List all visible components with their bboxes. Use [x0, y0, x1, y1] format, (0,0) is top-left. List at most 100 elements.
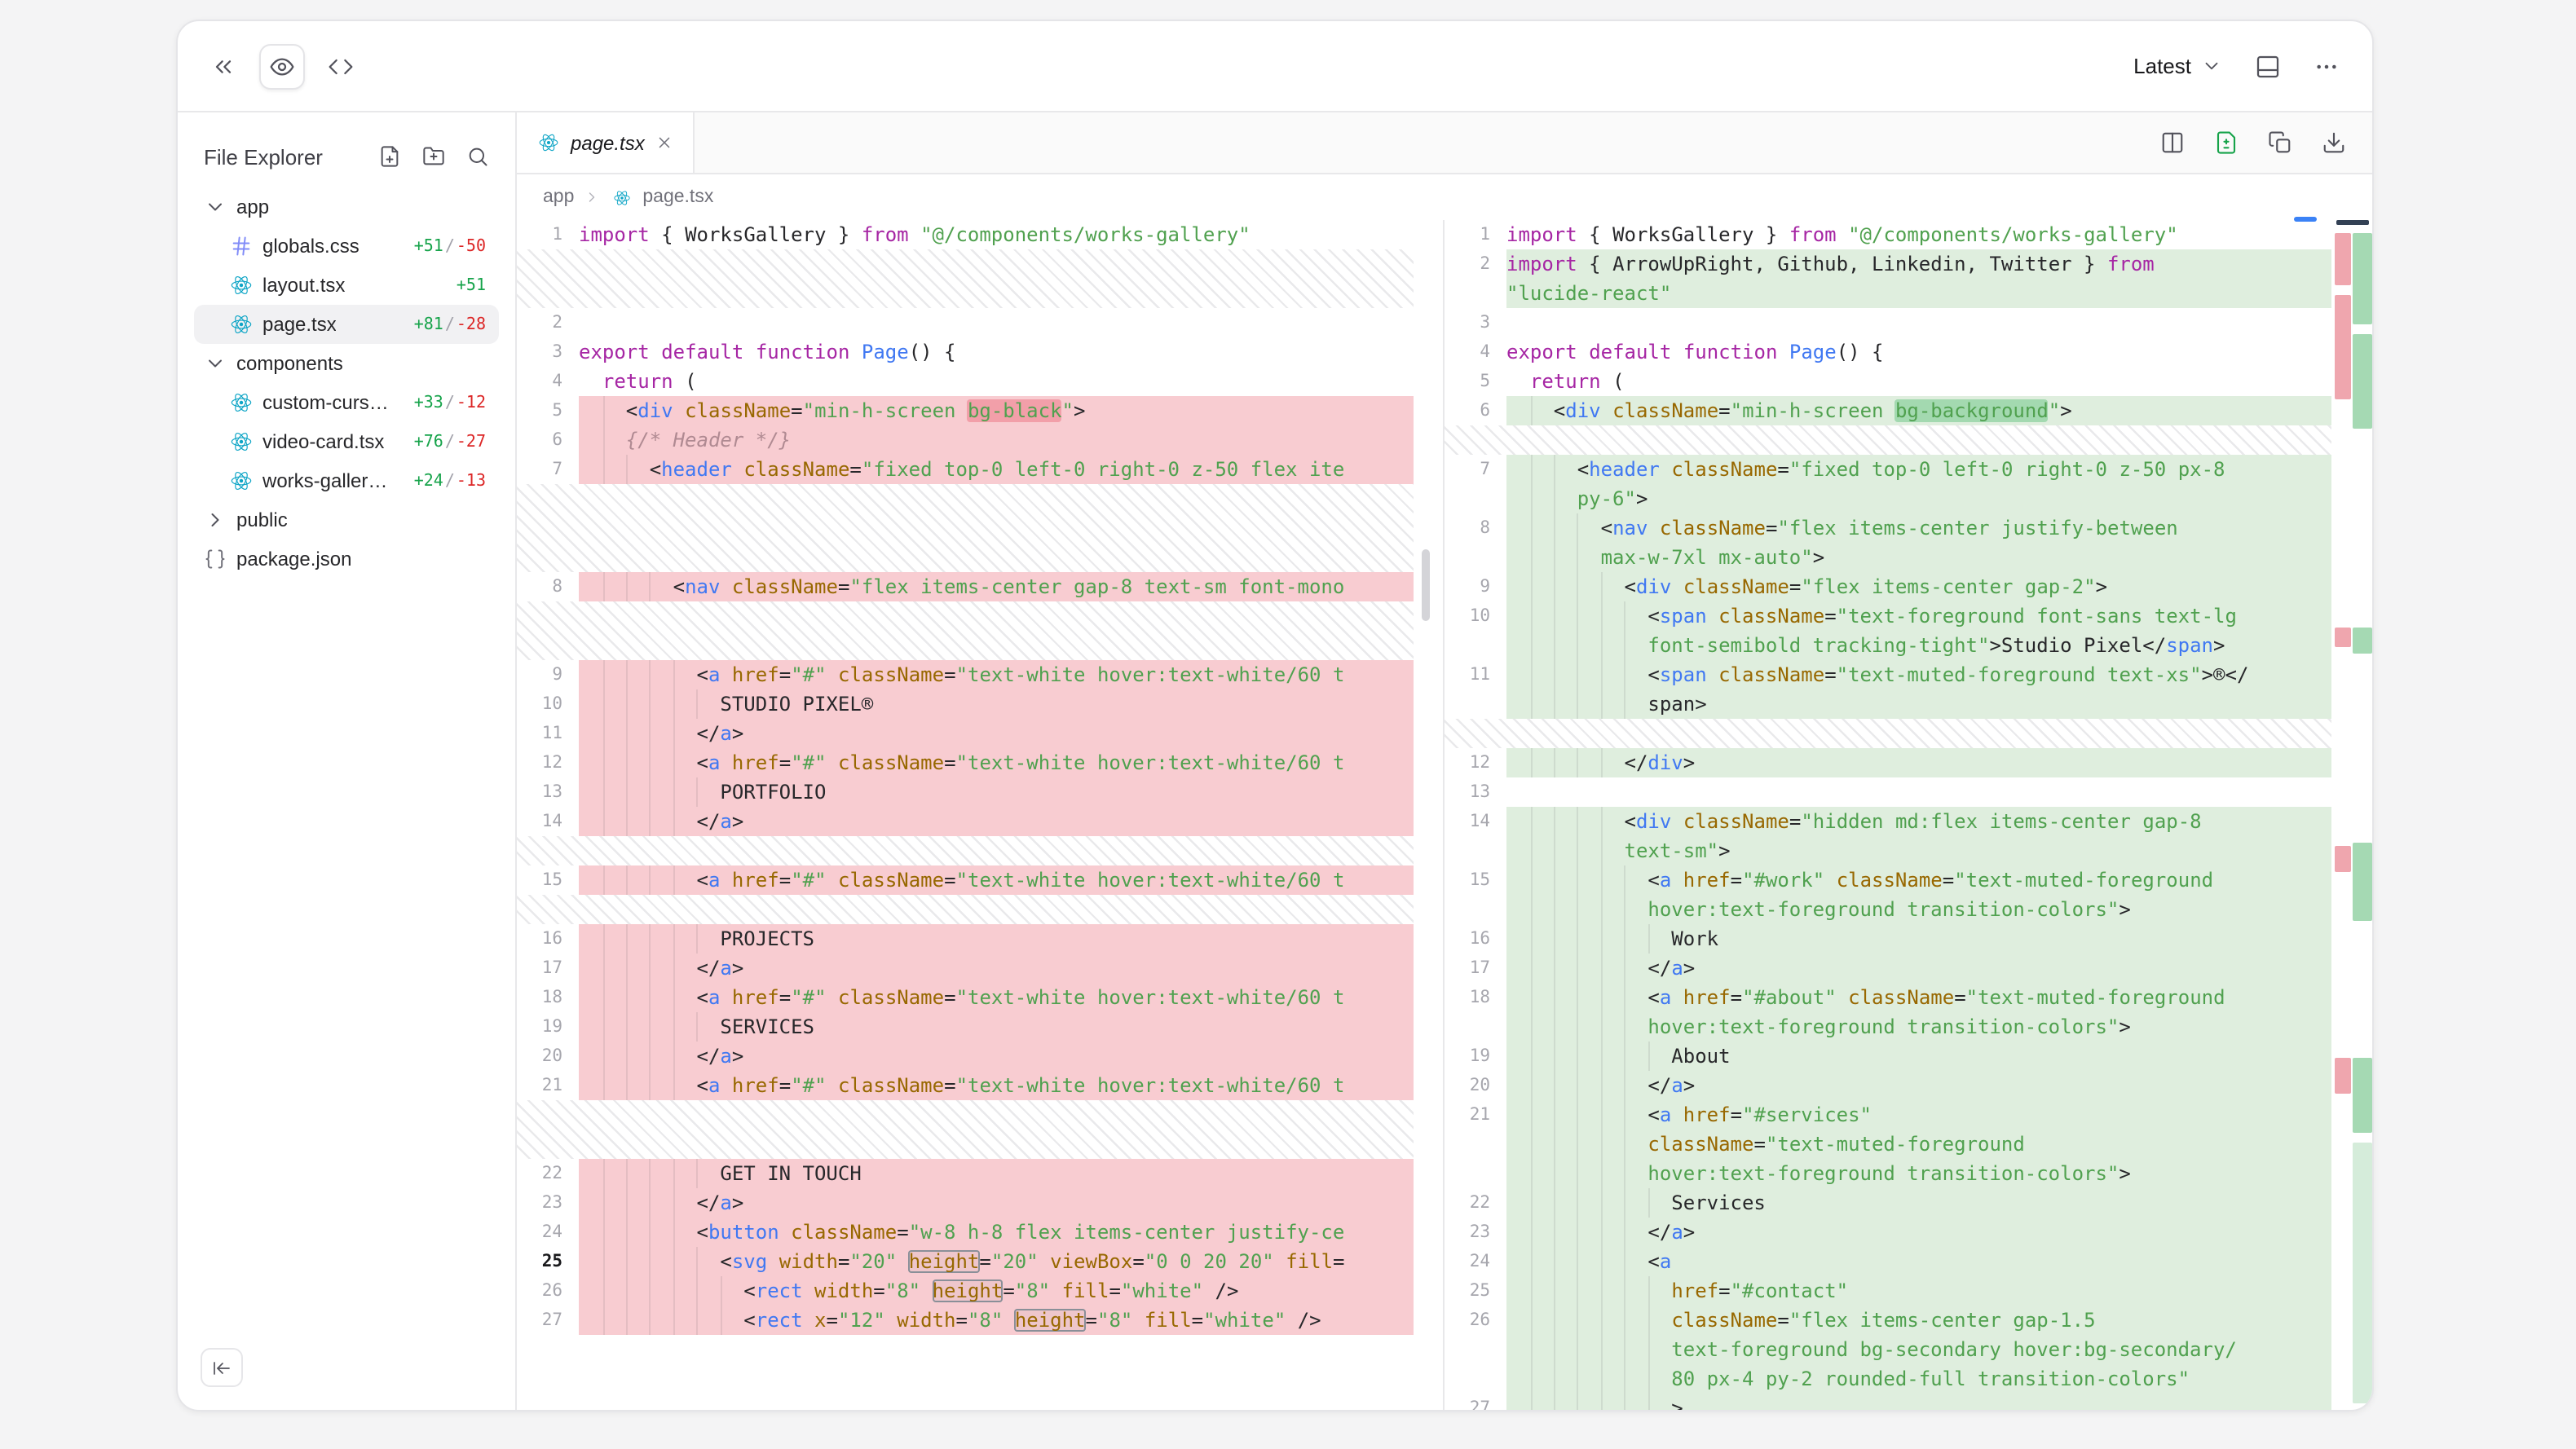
code-line-original-9[interactable]: 9 <a href="#" className="text-white hove…: [517, 660, 1443, 689]
code-line-original-22[interactable]: 22 GET IN TOUCH: [517, 1159, 1443, 1188]
code-line-original-26[interactable]: 26 <rect width="8" height="8" fill="whit…: [517, 1276, 1443, 1306]
code-text: </a>: [579, 807, 1414, 836]
file-explorer-sidebar: File Explorer appglobals.css+51/-50layou…: [178, 112, 517, 1410]
tree-folder-components[interactable]: components: [194, 344, 499, 383]
collapse-panel-button[interactable]: [201, 43, 246, 89]
code-line-original-19[interactable]: 19 SERVICES: [517, 1012, 1443, 1042]
diff-pane-modified[interactable]: 1import { WorksGallery } from "@/compone…: [1443, 220, 2331, 1410]
close-tab-icon[interactable]: [656, 134, 674, 152]
breadcrumb-item-app[interactable]: app: [543, 187, 574, 207]
code-line-modified-1[interactable]: 1import { WorksGallery } from "@/compone…: [1445, 220, 2331, 249]
minimap[interactable]: [2333, 220, 2374, 1410]
more-options-button[interactable]: [2304, 43, 2349, 89]
code-line-original-6[interactable]: 6 {/* Header */}: [517, 425, 1443, 455]
code-line-modified-9[interactable]: 9 <div className="flex items-center gap-…: [1445, 572, 2331, 601]
chevron-down-icon[interactable]: [204, 352, 227, 375]
code-line-modified-3[interactable]: 3: [1445, 308, 2331, 337]
code-text: <div className="min-h-screen bg-black">: [579, 396, 1414, 425]
version-dropdown[interactable]: Latest: [2124, 47, 2232, 85]
lines-added: +24: [414, 472, 443, 490]
breadcrumb-item-file[interactable]: page.tsx: [642, 187, 713, 207]
file-diff-button[interactable]: [2211, 128, 2240, 157]
code-line-original-25[interactable]: 25 <svg width="20" height="20" viewBox="…: [517, 1247, 1443, 1276]
tree-folder-public[interactable]: public: [194, 500, 499, 540]
code-line-original-5[interactable]: 5 <div className="min-h-screen bg-black"…: [517, 396, 1443, 425]
chevron-down-icon: [2201, 55, 2222, 77]
code-text: </a>: [1506, 1218, 2331, 1247]
code-line-modified-22[interactable]: 22 Services: [1445, 1188, 2331, 1218]
code-line-original-1[interactable]: 1import { WorksGallery } from "@/compone…: [517, 220, 1443, 249]
code-text: <button className="w-8 h-8 flex items-ce…: [579, 1218, 1414, 1247]
code-line-modified-24[interactable]: 24 <a: [1445, 1247, 2331, 1276]
code-line-original-23[interactable]: 23 </a>: [517, 1188, 1443, 1218]
code-line-original-13[interactable]: 13 PORTFOLIO: [517, 777, 1443, 807]
code-line-original-16[interactable]: 16 PROJECTS: [517, 924, 1443, 954]
tree-file-page.tsx[interactable]: page.tsx+81/-28: [194, 305, 499, 344]
code-line-original-18[interactable]: 18 <a href="#" className="text-white hov…: [517, 983, 1443, 1012]
code-line-modified-10[interactable]: 10 <span className="text-foreground font…: [1445, 601, 2331, 660]
copy-button[interactable]: [2265, 128, 2294, 157]
code-line-modified-25[interactable]: 25 href="#contact": [1445, 1276, 2331, 1306]
code-line-original-15[interactable]: 15 <a href="#" className="text-white hov…: [517, 865, 1443, 895]
code-line-original-24[interactable]: 24 <button className="w-8 h-8 flex items…: [517, 1218, 1443, 1247]
code-line-original-20[interactable]: 20 </a>: [517, 1042, 1443, 1071]
code-line-modified-2[interactable]: 2import { ArrowUpRight, Github, Linkedin…: [1445, 249, 2331, 308]
code-line-modified-6[interactable]: 6 <div className="min-h-screen bg-backgr…: [1445, 396, 2331, 425]
line-number: 19: [517, 1012, 579, 1042]
tree-file-video-card.tsx[interactable]: video-card.tsx+76/-27: [194, 422, 499, 461]
code-line-modified-12[interactable]: 12 </div>: [1445, 748, 2331, 777]
code-line-original-7[interactable]: 7 <header className="fixed top-0 left-0 …: [517, 455, 1443, 484]
code-line-original-11[interactable]: 11 </a>: [517, 719, 1443, 748]
code-icon: [328, 53, 354, 79]
code-line-modified-15[interactable]: 15 <a href="#work" className="text-muted…: [1445, 865, 2331, 924]
code-line-modified-17[interactable]: 17 </a>: [1445, 954, 2331, 983]
search-button[interactable]: [463, 142, 492, 171]
code-line-original-17[interactable]: 17 </a>: [517, 954, 1443, 983]
code-line-original-21[interactable]: 21 <a href="#" className="text-white hov…: [517, 1071, 1443, 1100]
code-line-modified-7[interactable]: 7 <header className="fixed top-0 left-0 …: [1445, 455, 2331, 513]
line-number: 3: [517, 337, 579, 367]
diff-pane-original[interactable]: 1import { WorksGallery } from "@/compone…: [517, 220, 1443, 1410]
code-line-modified-16[interactable]: 16 Work: [1445, 924, 2331, 954]
tree-file-package.json[interactable]: package.json: [194, 540, 499, 579]
code-line-modified-20[interactable]: 20 </a>: [1445, 1071, 2331, 1100]
tree-file-custom-curs-[interactable]: custom-curs…+33/-12: [194, 383, 499, 422]
code-line-modified-13[interactable]: 13: [1445, 777, 2331, 807]
collapse-sidebar-button[interactable]: [201, 1348, 243, 1387]
tree-folder-app[interactable]: app: [194, 187, 499, 227]
code-text: SERVICES: [579, 1012, 1414, 1042]
code-line-original-12[interactable]: 12 <a href="#" className="text-white hov…: [517, 748, 1443, 777]
code-line-original-3[interactable]: 3export default function Page() {: [517, 337, 1443, 367]
code-line-modified-27[interactable]: 27 >: [1445, 1394, 2331, 1410]
code-line-modified-5[interactable]: 5 return (: [1445, 367, 2331, 396]
code-line-original-14[interactable]: 14 </a>: [517, 807, 1443, 836]
tab-page-tsx[interactable]: page.tsx: [517, 112, 695, 173]
preview-toggle-button[interactable]: [259, 43, 305, 89]
tree-file-globals.css[interactable]: globals.css+51/-50: [194, 227, 499, 266]
code-line-modified-23[interactable]: 23 </a>: [1445, 1218, 2331, 1247]
chevron-right-icon[interactable]: [204, 509, 227, 531]
download-button[interactable]: [2318, 128, 2348, 157]
code-line-original-10[interactable]: 10 STUDIO PIXEL®: [517, 689, 1443, 719]
code-line-original-2[interactable]: 2: [517, 308, 1443, 337]
code-line-modified-19[interactable]: 19 About: [1445, 1042, 2331, 1071]
code-line-modified-21[interactable]: 21 <a href="#services" className="text-m…: [1445, 1100, 2331, 1188]
panel-layout-button[interactable]: [2245, 43, 2291, 89]
code-line-modified-11[interactable]: 11 <span className="text-muted-foregroun…: [1445, 660, 2331, 719]
new-file-button[interactable]: [375, 142, 404, 171]
chevron-down-icon[interactable]: [204, 196, 227, 218]
code-line-original-27[interactable]: 27 <rect x="12" width="8" height="8" fil…: [517, 1306, 1443, 1335]
code-line-modified-4[interactable]: 4export default function Page() {: [1445, 337, 2331, 367]
split-view-button[interactable]: [2157, 128, 2186, 157]
tree-file-works-galler-[interactable]: works-galler…+24/-13: [194, 461, 499, 500]
code-line-modified-14[interactable]: 14 <div className="hidden md:flex items-…: [1445, 807, 2331, 865]
code-line-modified-26[interactable]: 26 className="flex items-center gap-1.5 …: [1445, 1306, 2331, 1394]
code-toggle-button[interactable]: [318, 43, 364, 89]
new-folder-button[interactable]: [419, 142, 448, 171]
scrollbar-thumb[interactable]: [1422, 549, 1430, 621]
code-line-original-8[interactable]: 8 <nav className="flex items-center gap-…: [517, 572, 1443, 601]
tree-file-layout.tsx[interactable]: layout.tsx+51: [194, 266, 499, 305]
code-line-modified-18[interactable]: 18 <a href="#about" className="text-mute…: [1445, 983, 2331, 1042]
code-line-modified-8[interactable]: 8 <nav className="flex items-center just…: [1445, 513, 2331, 572]
code-line-original-4[interactable]: 4 return (: [517, 367, 1443, 396]
